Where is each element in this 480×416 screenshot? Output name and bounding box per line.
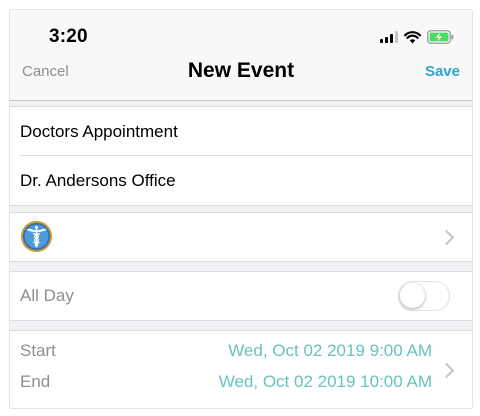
page-title: New Event	[187, 59, 295, 82]
chevron-right-icon	[438, 362, 455, 379]
divider	[20, 155, 472, 156]
toggle-knob	[400, 283, 425, 308]
start-end-row[interactable]: Start Wed, Oct 02 2019 9:00 AM End Wed, …	[10, 331, 472, 408]
caduceus-icon	[20, 220, 53, 253]
event-title-field[interactable]: Doctors Appointment	[20, 122, 178, 142]
all-day-label: All Day	[20, 286, 74, 305]
battery-charging-icon	[427, 30, 454, 44]
all-day-row: All Day	[10, 272, 472, 320]
title-location-group: Doctors Appointment Dr. Andersons Office	[10, 107, 472, 205]
all-day-toggle[interactable]	[398, 281, 450, 311]
navigation-bar: Cancel New Event Save	[10, 56, 472, 101]
end-label: End	[20, 372, 51, 391]
event-icon-row[interactable]	[10, 213, 472, 261]
divider	[10, 320, 472, 321]
divider	[10, 205, 472, 206]
wifi-icon	[404, 30, 421, 43]
new-event-screen: 3:20 Cancel New Event Save Doctors Appoi…	[9, 9, 473, 409]
status-bar: 3:20	[10, 10, 472, 56]
status-time: 3:20	[49, 26, 88, 47]
end-date-value: Wed, Oct 02 2019 10:00 AM	[218, 372, 432, 391]
status-icons	[380, 30, 454, 44]
divider	[10, 261, 472, 262]
chevron-right-icon	[438, 229, 455, 246]
start-date-value: Wed, Oct 02 2019 9:00 AM	[228, 341, 432, 360]
start-label: Start	[20, 341, 56, 360]
event-location-field[interactable]: Dr. Andersons Office	[20, 171, 176, 191]
cellular-signal-icon	[380, 31, 398, 43]
save-button[interactable]: Save	[425, 63, 460, 80]
